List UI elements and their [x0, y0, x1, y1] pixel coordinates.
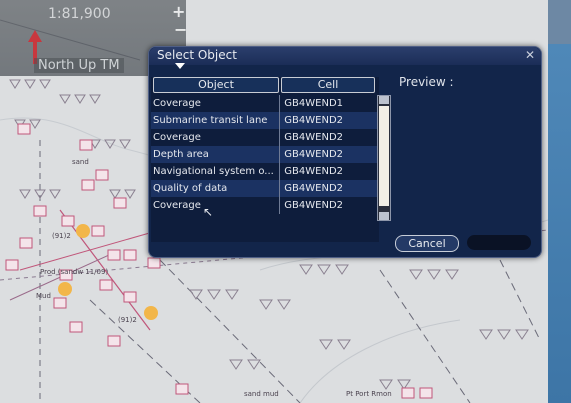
select-object-dialog: Select Object ✕ Object Cell Coverage GB4… [148, 46, 542, 258]
object-name: Navigational system o... [153, 166, 274, 177]
table-row[interactable]: Depth area GB4WEND2 [151, 146, 379, 163]
column-header-object[interactable]: Object [153, 77, 279, 93]
cell-name: GB4WEND2 [284, 149, 344, 160]
scroll-up-arrow[interactable] [379, 96, 389, 104]
zoom-out-button[interactable]: − [174, 20, 187, 39]
chart-label-prod: Prod (sandw 11/09) [40, 268, 109, 276]
object-name: Depth area [153, 149, 209, 160]
preview-label: Preview : [399, 75, 454, 89]
dialog-title: Select Object [157, 48, 237, 62]
side-panel-top [548, 0, 571, 44]
cell-name: GB4WEND2 [284, 200, 344, 211]
object-name: Quality of data [153, 183, 228, 194]
cell-name: GB4WEND2 [284, 115, 344, 126]
object-name: Coverage [153, 98, 201, 109]
chart-label-sand-mud: sand mud [244, 390, 279, 398]
table-row[interactable]: Quality of data GB4WEND2 [151, 180, 379, 197]
table-row[interactable]: Coverage GB4WEND2 [151, 129, 379, 146]
mouse-cursor-icon: ↖ [203, 205, 214, 219]
scale-readout: 1:81,900 [48, 6, 111, 22]
chart-label-sand: sand [72, 158, 89, 166]
cell-name: GB4WEND2 [284, 166, 344, 177]
table-scrollbar[interactable] [377, 95, 391, 221]
object-name: Submarine transit lane [153, 115, 268, 126]
chart-label-port: Pt Port Rmon [346, 390, 392, 398]
ok-button[interactable] [467, 235, 531, 250]
preview-area [393, 91, 533, 231]
chart-label-position: (91)2 [52, 232, 71, 240]
chart-label-position-2: (91)2 [118, 316, 137, 324]
cancel-button[interactable]: Cancel [395, 235, 459, 252]
target-marker[interactable] [144, 306, 158, 320]
dialog-titlebar[interactable]: Select Object ✕ [149, 47, 541, 65]
cell-name: GB4WEND1 [284, 98, 344, 109]
table-row[interactable]: Coverage GB4WEND2 [151, 197, 379, 214]
scroll-thumb[interactable] [379, 106, 389, 206]
zoom-in-button[interactable]: + [172, 2, 185, 21]
table-header: Object Cell [151, 77, 379, 93]
object-name: Coverage [153, 132, 201, 143]
cell-name: GB4WEND2 [284, 132, 344, 143]
table-row[interactable]: Coverage GB4WEND1 [151, 95, 379, 112]
target-marker[interactable] [58, 282, 72, 296]
scroll-down-arrow[interactable] [379, 212, 389, 220]
column-header-cell[interactable]: Cell [281, 77, 375, 93]
close-icon[interactable]: ✕ [525, 48, 535, 62]
chart-label-mud: Mud [36, 292, 51, 300]
orientation-mode[interactable]: North Up TM [34, 58, 124, 73]
table-row[interactable]: Submarine transit lane GB4WEND2 [151, 112, 379, 129]
object-name: Coverage [153, 200, 201, 211]
side-panel[interactable] [548, 44, 571, 403]
table-body: Coverage GB4WEND1 Submarine transit lane… [151, 95, 379, 214]
chevron-down-icon[interactable] [175, 63, 185, 69]
table-row[interactable]: Navigational system o... GB4WEND2 [151, 163, 379, 180]
cell-name: GB4WEND2 [284, 183, 344, 194]
object-table: Object Cell Coverage GB4WEND1 Submarine … [151, 77, 379, 242]
target-marker[interactable] [76, 224, 90, 238]
